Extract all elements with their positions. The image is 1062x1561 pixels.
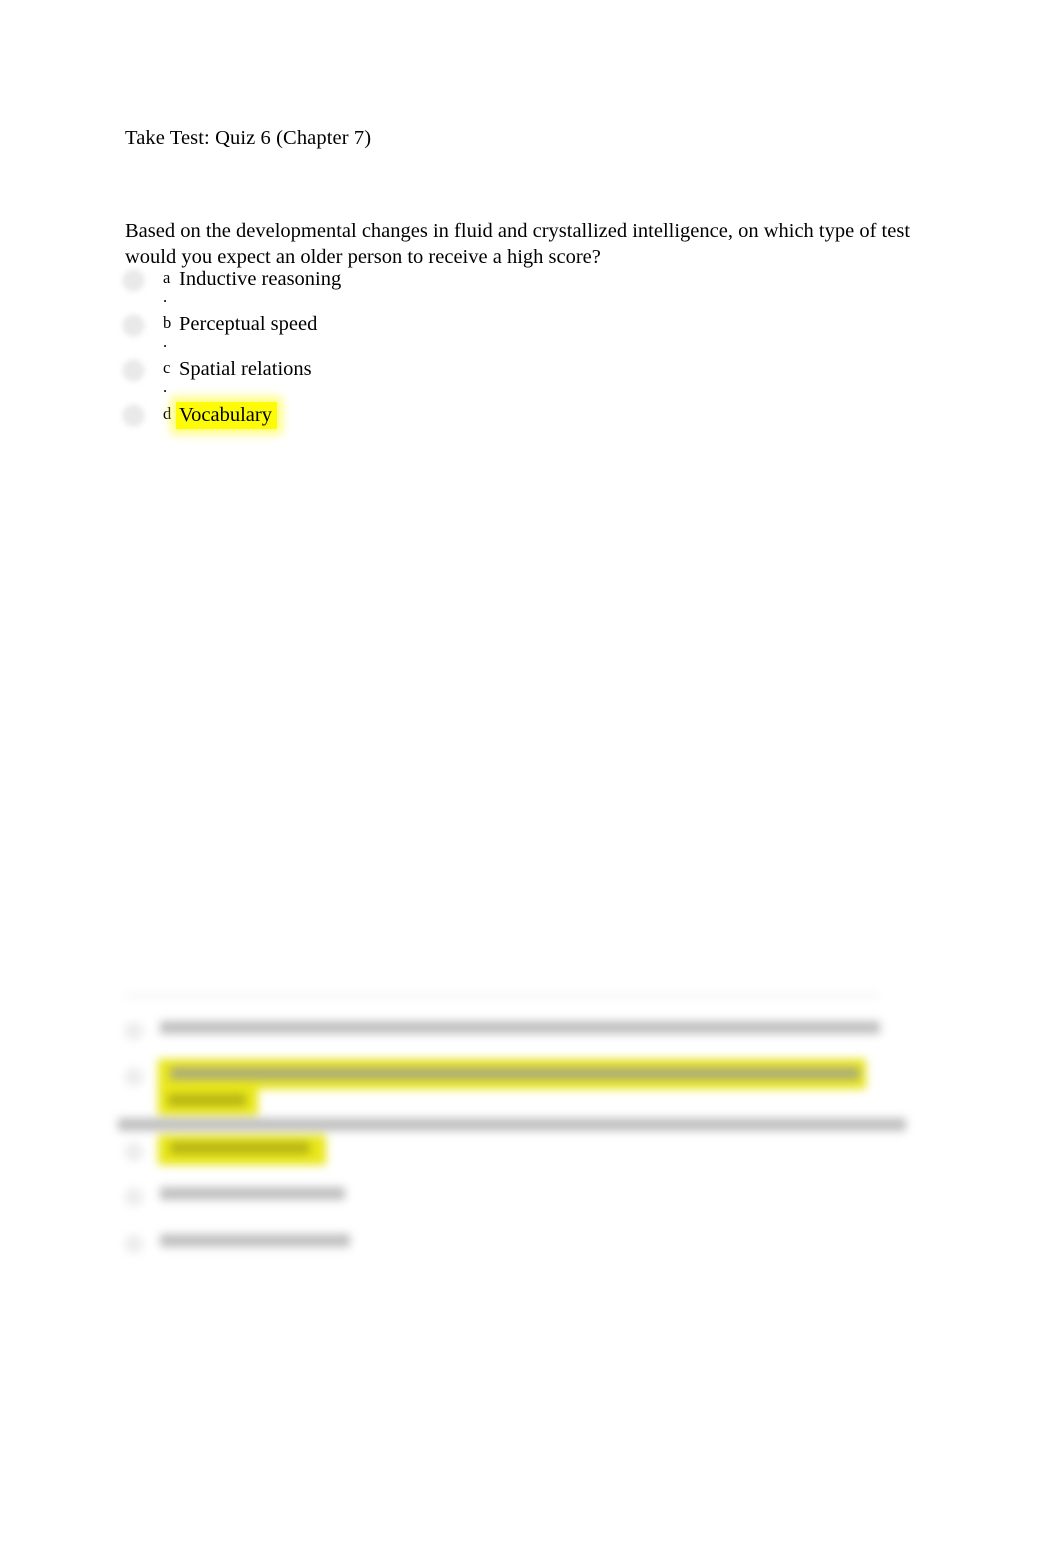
blurred-text-line bbox=[160, 1021, 880, 1034]
blurred-text-line bbox=[170, 1067, 860, 1080]
option-label-highlighted: Vocabulary bbox=[176, 402, 277, 429]
blurred-text-line bbox=[168, 1094, 246, 1106]
radio-button-icon[interactable] bbox=[125, 317, 142, 334]
horizontal-divider bbox=[125, 995, 877, 996]
quiz-page: Take Test: Quiz 6 (Chapter 7) Based on t… bbox=[0, 0, 1062, 1561]
question-block: Based on the developmental changes in fl… bbox=[125, 219, 937, 270]
option-letter: b bbox=[163, 313, 172, 332]
option-period: . bbox=[163, 332, 168, 351]
radio-button-icon[interactable] bbox=[125, 272, 142, 289]
blurred-text-line bbox=[160, 1234, 350, 1247]
radio-button-icon[interactable] bbox=[125, 1235, 143, 1253]
option-period: . bbox=[163, 287, 168, 306]
radio-button-icon[interactable] bbox=[125, 1022, 143, 1040]
option-label: Perceptual speed bbox=[179, 313, 318, 335]
answer-option-a[interactable]: a . Inductive reasoning bbox=[125, 268, 685, 313]
radio-button-icon[interactable] bbox=[125, 407, 142, 424]
answer-option-b[interactable]: b . Perceptual speed bbox=[125, 313, 685, 358]
radio-button-icon[interactable] bbox=[125, 1068, 143, 1086]
blurred-text-line bbox=[170, 1142, 310, 1154]
option-letter: a bbox=[163, 268, 171, 287]
radio-button-icon[interactable] bbox=[125, 1188, 143, 1206]
blurred-text-line bbox=[118, 1118, 906, 1131]
blurred-text-line bbox=[160, 1187, 345, 1200]
blurred-content-region bbox=[0, 975, 1062, 1275]
option-period: . bbox=[163, 377, 168, 396]
option-label: Spatial relations bbox=[179, 358, 312, 380]
answer-options-list: a . Inductive reasoning b . Perceptual s… bbox=[125, 268, 685, 448]
option-letter: d bbox=[163, 404, 172, 423]
radio-button-icon[interactable] bbox=[125, 362, 142, 379]
answer-option-d[interactable]: d Vocabulary bbox=[125, 402, 685, 448]
question-text: Based on the developmental changes in fl… bbox=[125, 220, 911, 268]
answer-option-c[interactable]: c . Spatial relations bbox=[125, 358, 685, 403]
option-label: Inductive reasoning bbox=[179, 268, 342, 290]
page-title: Take Test: Quiz 6 (Chapter 7) bbox=[125, 127, 372, 149]
option-letter: c bbox=[163, 358, 171, 377]
radio-button-icon[interactable] bbox=[125, 1143, 143, 1161]
